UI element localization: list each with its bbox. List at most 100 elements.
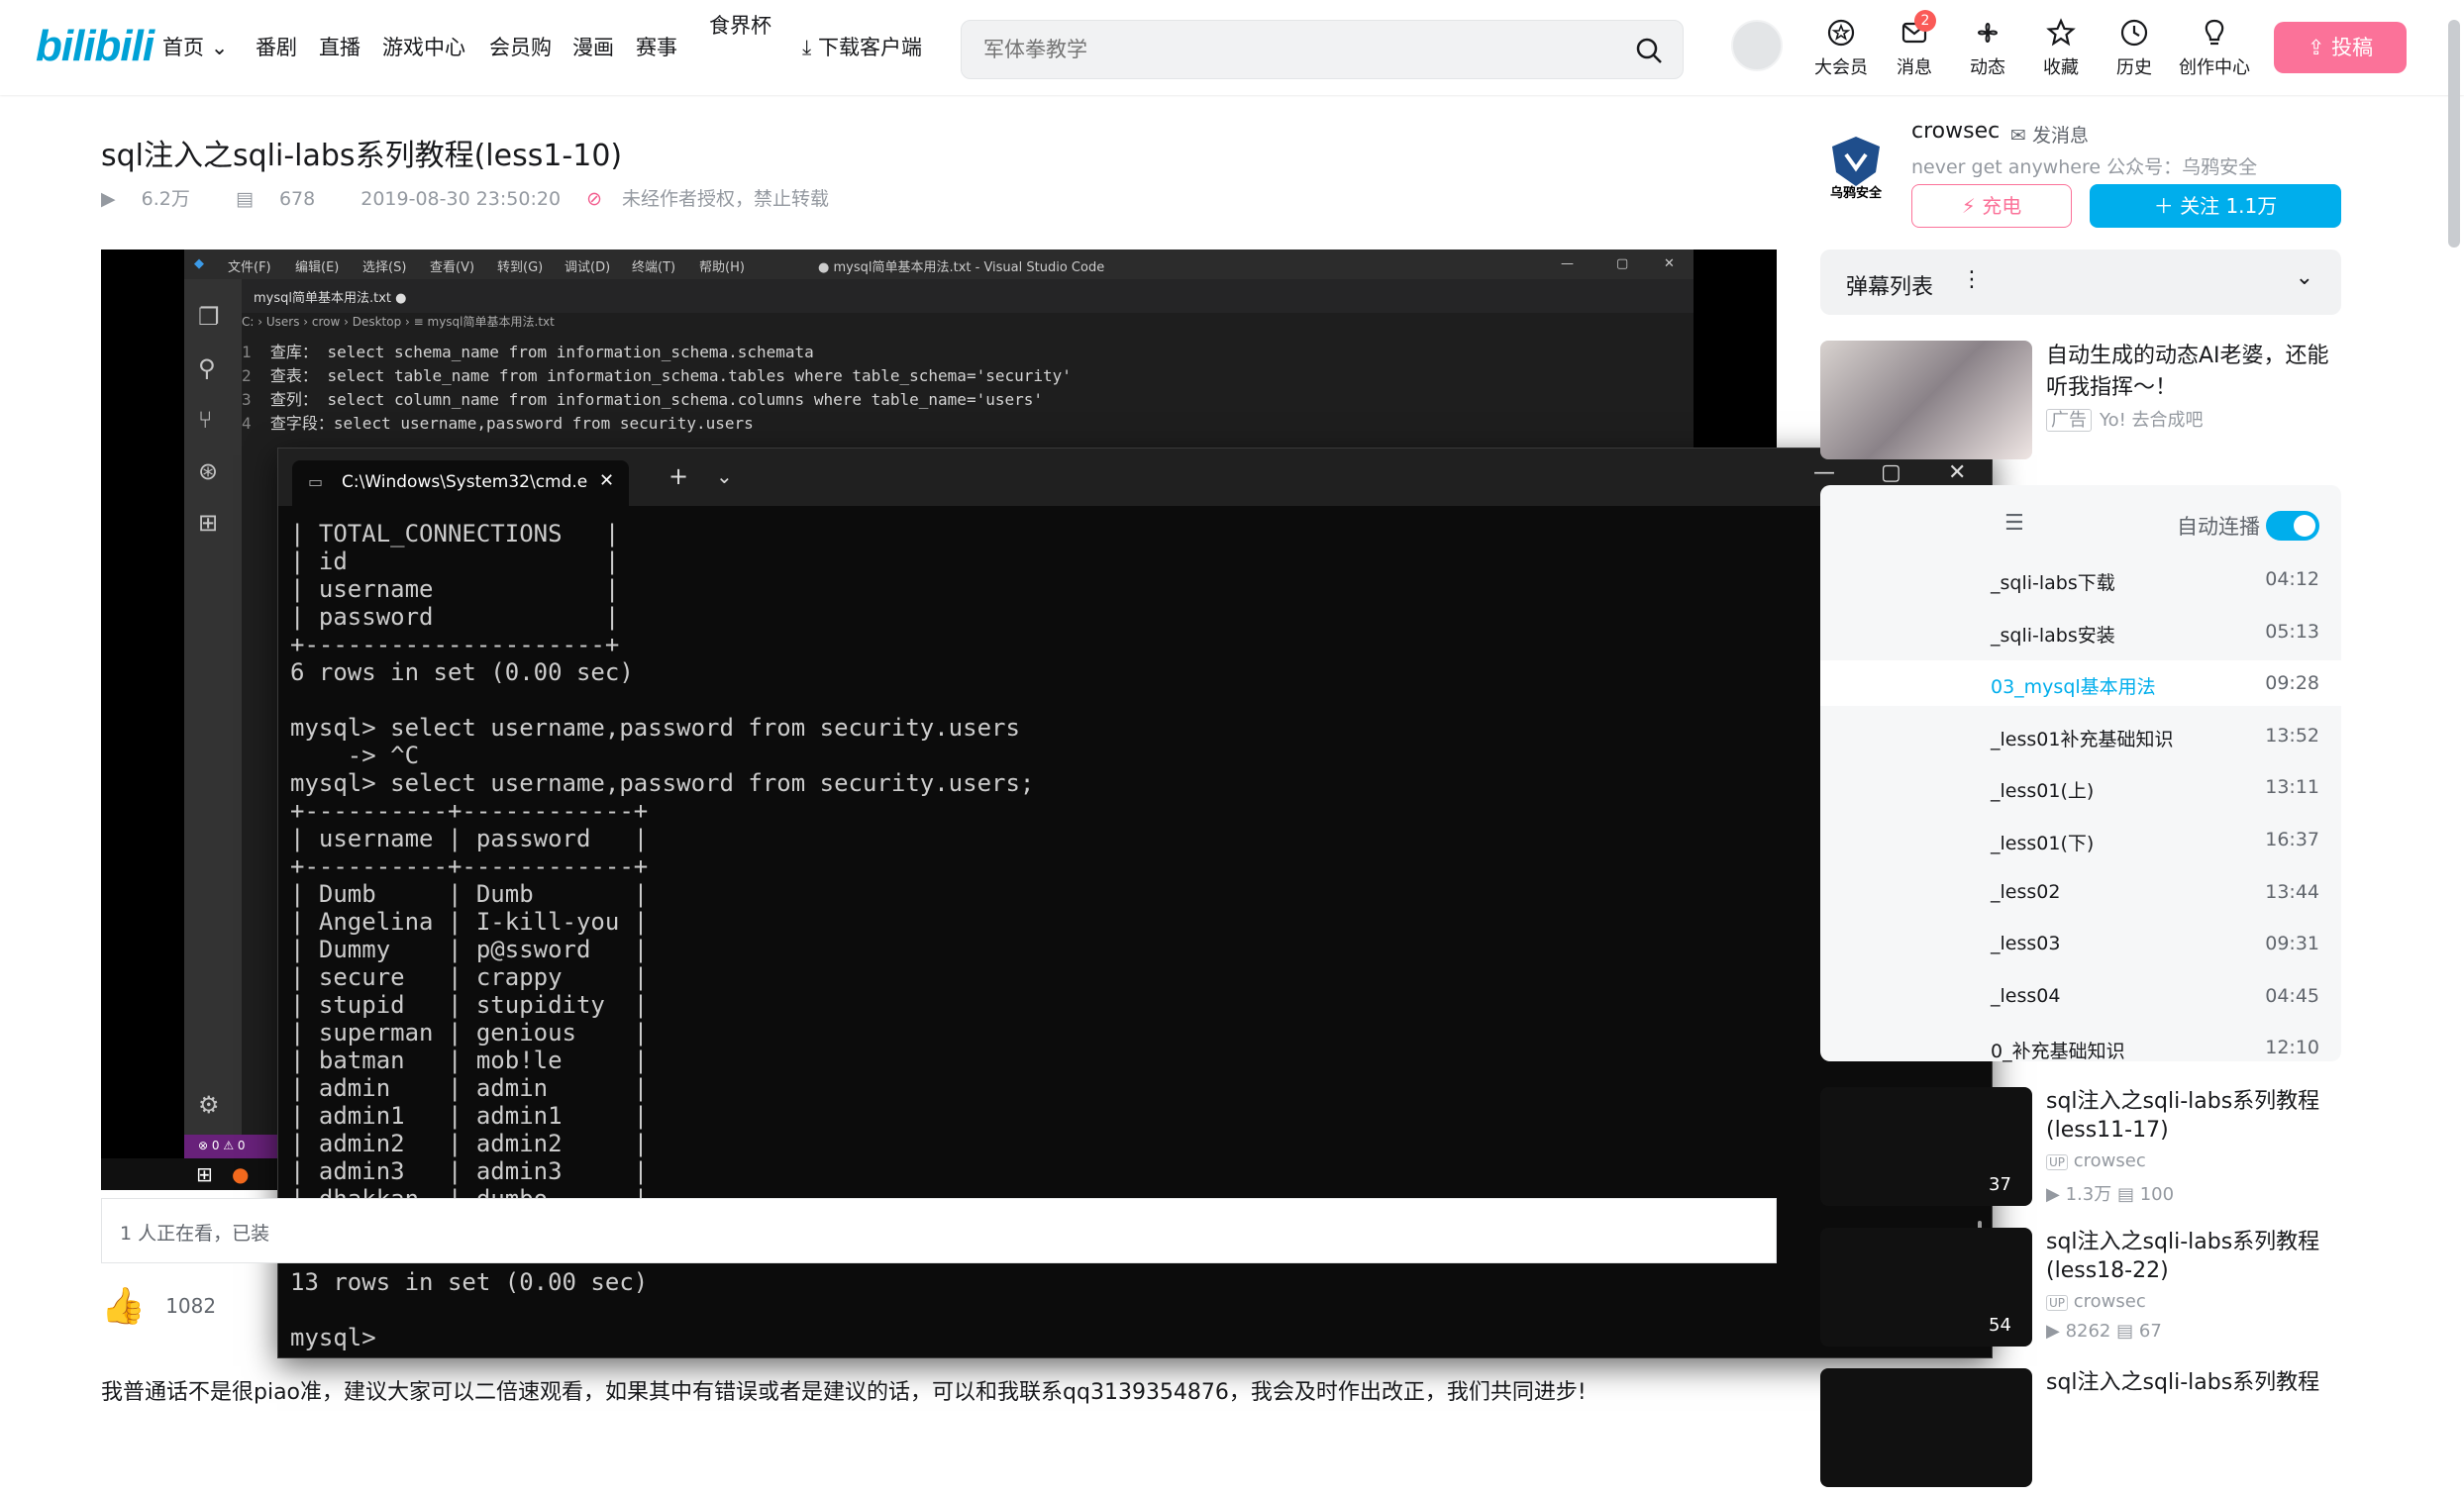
uploader-name[interactable]: crowsec: [1911, 119, 2000, 144]
recommended-thumbnail[interactable]: 37: [1820, 1087, 2032, 1206]
recommended-title[interactable]: sql注入之sqli-labs系列教程(less11-17): [2046, 1087, 2339, 1145]
header-messages[interactable]: 消息: [1880, 18, 1949, 79]
autoplay-toggle[interactable]: [2266, 511, 2319, 541]
terminal-line: | batman | mob!le |: [290, 1047, 649, 1074]
video-meta: ▶ 6.2万 ▤ 678 2019-08-30 23:50:20 ⊘ 未经作者授权…: [101, 184, 869, 211]
terminal-line: | username |: [290, 575, 620, 603]
nav-anime[interactable]: 番剧: [256, 32, 297, 61]
source-control-icon: ⑂: [198, 406, 213, 434]
upload-button[interactable]: ⇪ 投稿: [2274, 22, 2407, 73]
recommended-title[interactable]: sql注入之sqli-labs系列教程: [2046, 1368, 2339, 1397]
ad-source: 广告 Yo! 去合成吧: [2046, 406, 2204, 432]
more-vertical-icon[interactable]: ⋮: [1961, 267, 1983, 292]
nav-mall[interactable]: 会员购: [489, 32, 552, 61]
charge-button[interactable]: ⚡ 充电: [1911, 184, 2072, 228]
nav-game-center[interactable]: 游戏中心: [382, 32, 465, 61]
terminal-line: -> ^C: [290, 742, 420, 769]
playlist-item-duration: 09:28: [2265, 672, 2319, 695]
recommended-video[interactable]: 54 sql注入之sqli-labs系列教程(less18-22) UP crows…: [1820, 1228, 2341, 1356]
nav-download-client[interactable]: ⤓ 下载客户端: [802, 32, 922, 61]
chevron-down-icon[interactable]: ⌄: [716, 464, 733, 488]
ad-badge: 广告: [2046, 409, 2092, 432]
video-duration: 37: [1989, 1174, 2011, 1195]
new-tab-icon[interactable]: +: [668, 462, 688, 490]
nav-home[interactable]: 首页 ⌄: [162, 32, 228, 61]
search-input[interactable]: [983, 21, 1597, 78]
playlist-item[interactable]: _less01补充基础知识 13:52: [1820, 713, 2341, 758]
user-avatar[interactable]: [1731, 20, 1783, 71]
play-icon: ▶: [101, 188, 116, 210]
nav-manga[interactable]: 漫画: [572, 32, 614, 61]
playlist-item[interactable]: _sqli-labs下载 04:12: [1820, 556, 2341, 602]
header-history[interactable]: 历史: [2100, 18, 2169, 79]
header-favorites[interactable]: 收藏: [2026, 18, 2096, 79]
minimize-icon[interactable]: —: [1813, 460, 1835, 485]
recommended-thumbnail[interactable]: [1820, 1368, 2032, 1487]
danmaku-list-panel[interactable]: 弹幕列表 ⋮ ⌄: [1820, 250, 2341, 315]
playlist-item[interactable]: _sqli-labs安装 05:13: [1820, 609, 2341, 654]
header-dynamic[interactable]: 动态: [1953, 18, 2022, 79]
playlist-item[interactable]: 03_mysql基本用法 09:28: [1820, 660, 2341, 707]
playlist-item-title: _less01补充基础知识: [1991, 728, 2174, 750]
recommended-title[interactable]: sql注入之sqli-labs系列教程(less18-22): [2046, 1228, 2339, 1285]
nav-event[interactable]: 食界杯: [709, 10, 771, 40]
terminal-tab-title: C:\Windows\System32\cmd.e: [342, 472, 588, 492]
windows-start-icon: ⊞: [196, 1162, 213, 1186]
recommended-uploader[interactable]: UP crowsec: [2046, 1150, 2146, 1171]
bilibili-logo[interactable]: bilibili: [36, 22, 154, 71]
maximize-icon[interactable]: ▢: [1881, 460, 1901, 485]
clock-icon: [2120, 19, 2148, 47]
close-icon[interactable]: ✕: [1948, 460, 1966, 485]
terminal-line: | Dumb | Dumb |: [290, 880, 649, 908]
files-icon: ❐: [198, 303, 220, 331]
like-button[interactable]: 👍 1082: [101, 1285, 216, 1327]
terminal-line: | admin | admin |: [290, 1074, 649, 1102]
playlist-item-title: _sqli-labs安装: [1991, 624, 2115, 647]
header-vip[interactable]: 大会员: [1806, 18, 1876, 79]
playlist-item-title: 0_补充基础知识: [1991, 1041, 2125, 1063]
uploader-signature: never get anywhere 公众号：乌鸦安全: [1911, 156, 2258, 178]
playlist-item[interactable]: _less03 09:31: [1820, 921, 2341, 966]
danmaku-list-label: 弹幕列表: [1846, 275, 1934, 300]
recommended-video[interactable]: 37 sql注入之sqli-labs系列教程(less11-17) UP crows…: [1820, 1087, 2341, 1216]
uploader-avatar[interactable]: 乌鸦安全: [1820, 131, 1892, 202]
vs-menu-select: 选择(S): [362, 260, 407, 275]
send-message-link[interactable]: ✉ 发消息: [2010, 121, 2089, 148]
playlist-item-duration: 13:44: [2265, 880, 2319, 903]
recommended-stats: ▶ 8262 ▤ 67: [2046, 1321, 2162, 1342]
playlist-item[interactable]: _less01(下) 16:37: [1820, 817, 2341, 862]
playlist-item[interactable]: _less01(上) 13:11: [1820, 764, 2341, 810]
search-icon[interactable]: [1635, 37, 1663, 64]
list-icon[interactable]: ☰: [2004, 511, 2024, 536]
recommended-uploader[interactable]: UP crowsec: [2046, 1291, 2146, 1312]
playlist-item[interactable]: _less02 13:44: [1820, 869, 2341, 915]
terminal-line: | password |: [290, 603, 620, 631]
playlist-item[interactable]: 0_补充基础知识 12:10: [1820, 1025, 2341, 1070]
ad-title[interactable]: 自动生成的动态AI老婆，还能听我指挥～！: [2046, 341, 2339, 404]
header-creator-center[interactable]: 创作中心: [2173, 18, 2256, 79]
playlist-item[interactable]: _less04 04:45: [1820, 973, 2341, 1019]
ad-thumbnail[interactable]: [1820, 341, 2032, 459]
nav-live[interactable]: 直播: [319, 32, 360, 61]
page-scrollbar[interactable]: [2448, 20, 2460, 248]
terminal-line: | admin3 | admin3 |: [290, 1157, 649, 1185]
video-title: sql注入之sqli-labs系列教程(less1-10): [101, 139, 623, 173]
recommended-video[interactable]: sql注入之sqli-labs系列教程: [1820, 1368, 2341, 1497]
terminal-line: 13 rows in set (0.00 sec): [290, 1268, 649, 1296]
copyright-notice: ⊘ 未经作者授权，禁止转载: [586, 188, 830, 210]
vscode-activity-bar: ❐ ⚲ ⑂ ⊛ ⊞ ⚙: [184, 279, 242, 1141]
playlist-item-duration: 09:31: [2265, 933, 2319, 955]
terminal-tab[interactable]: ▭ C:\Windows\System32\cmd.e ✕: [292, 460, 629, 506]
close-tab-icon[interactable]: ✕: [599, 470, 614, 491]
firefox-icon: ●: [232, 1162, 250, 1186]
autoplay-label: 自动连播: [2177, 515, 2260, 539]
vscode-tab: mysql简单基本用法.txt ●: [242, 279, 1694, 313]
follow-button[interactable]: ＋ 关注 1.1万: [2090, 184, 2341, 228]
code-line: 2 查表： select table_name from information…: [242, 366, 1072, 385]
nav-esports[interactable]: 赛事: [636, 32, 677, 61]
recommended-thumbnail[interactable]: 54: [1820, 1228, 2032, 1347]
chevron-down-icon[interactable]: ⌄: [2296, 265, 2313, 290]
top-header: bilibili 首页 ⌄ 番剧 直播 游戏中心 会员购 漫画 赛事 食界杯 ⤓…: [0, 0, 2464, 95]
code-line: 1 查库： select schema_name from informatio…: [242, 343, 814, 361]
terminal-line: +----------+------------+: [290, 797, 649, 825]
